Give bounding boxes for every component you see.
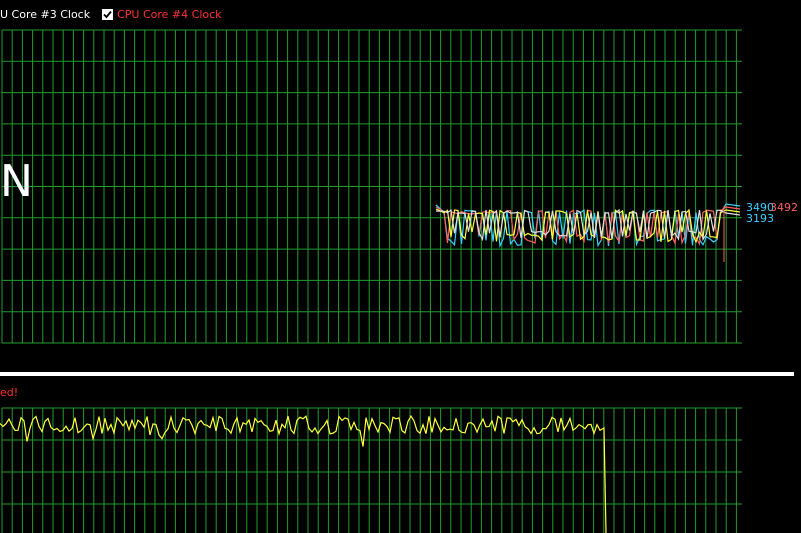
panel-divider	[0, 372, 794, 376]
readout-core-b: 3492	[770, 201, 798, 214]
overlay-letter: N	[0, 156, 33, 207]
warning-text: ed!	[0, 386, 19, 399]
lower-graph-series	[0, 414, 607, 533]
lower-graph-grid	[1, 407, 742, 533]
upper-graph-grid	[1, 29, 742, 344]
series-lower-load	[0, 414, 607, 533]
graphs-canvas	[0, 29, 742, 533]
readout-core-c: 3193	[746, 212, 774, 225]
